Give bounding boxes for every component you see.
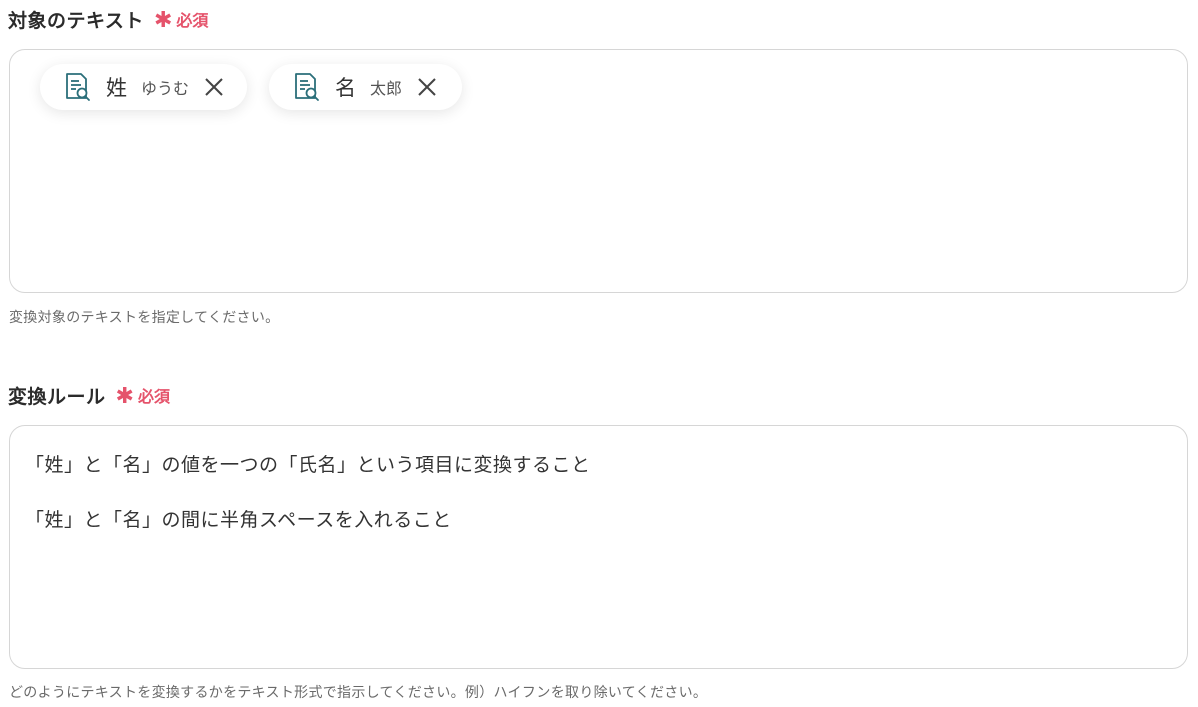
required-badge: ✱ 必須 bbox=[153, 7, 209, 33]
conversion-rule-help: どのようにテキストを変換するかをテキスト形式で指示してください。例）ハイフンを取… bbox=[9, 685, 708, 701]
conversion-rule-textarea[interactable]: 「姓」と「名」の値を一つの「氏名」という項目に変換すること 「姓」と「名」の間に… bbox=[9, 425, 1188, 669]
required-label: 必須 bbox=[137, 387, 170, 406]
asterisk-icon: ✱ bbox=[153, 8, 173, 33]
chip-name: 姓 bbox=[106, 76, 127, 100]
document-search-icon bbox=[64, 72, 92, 102]
target-text-label-row: 対象のテキスト ✱ 必須 bbox=[8, 7, 209, 33]
variable-chip-mei[interactable]: 名 太郎 bbox=[269, 64, 462, 110]
conversion-rule-label-row: 変換ルール ✱ 必須 bbox=[8, 383, 170, 409]
document-search-icon bbox=[293, 72, 321, 102]
variable-chip-sei[interactable]: 姓 ゆうむ bbox=[40, 64, 247, 110]
target-text-field[interactable]: 姓 ゆうむ 名 太郎 bbox=[9, 49, 1188, 293]
chip-value: ゆうむ bbox=[141, 79, 190, 98]
required-label: 必須 bbox=[176, 11, 209, 30]
asterisk-icon: ✱ bbox=[115, 384, 134, 409]
rule-line: 「姓」と「名」の間に半角スペースを入れること bbox=[25, 509, 452, 531]
target-text-help: 変換対象のテキストを指定してください。 bbox=[9, 310, 280, 326]
close-icon[interactable] bbox=[416, 76, 438, 98]
target-text-label: 対象のテキスト bbox=[8, 9, 144, 32]
chip-name: 名 bbox=[335, 76, 356, 100]
conversion-rule-label: 変換ルール bbox=[8, 385, 106, 408]
close-icon[interactable] bbox=[203, 76, 225, 98]
rule-line: 「姓」と「名」の値を一つの「氏名」という項目に変換すること bbox=[25, 454, 591, 476]
chip-value: 太郎 bbox=[370, 79, 403, 98]
required-badge: ✱ 必須 bbox=[115, 383, 170, 409]
